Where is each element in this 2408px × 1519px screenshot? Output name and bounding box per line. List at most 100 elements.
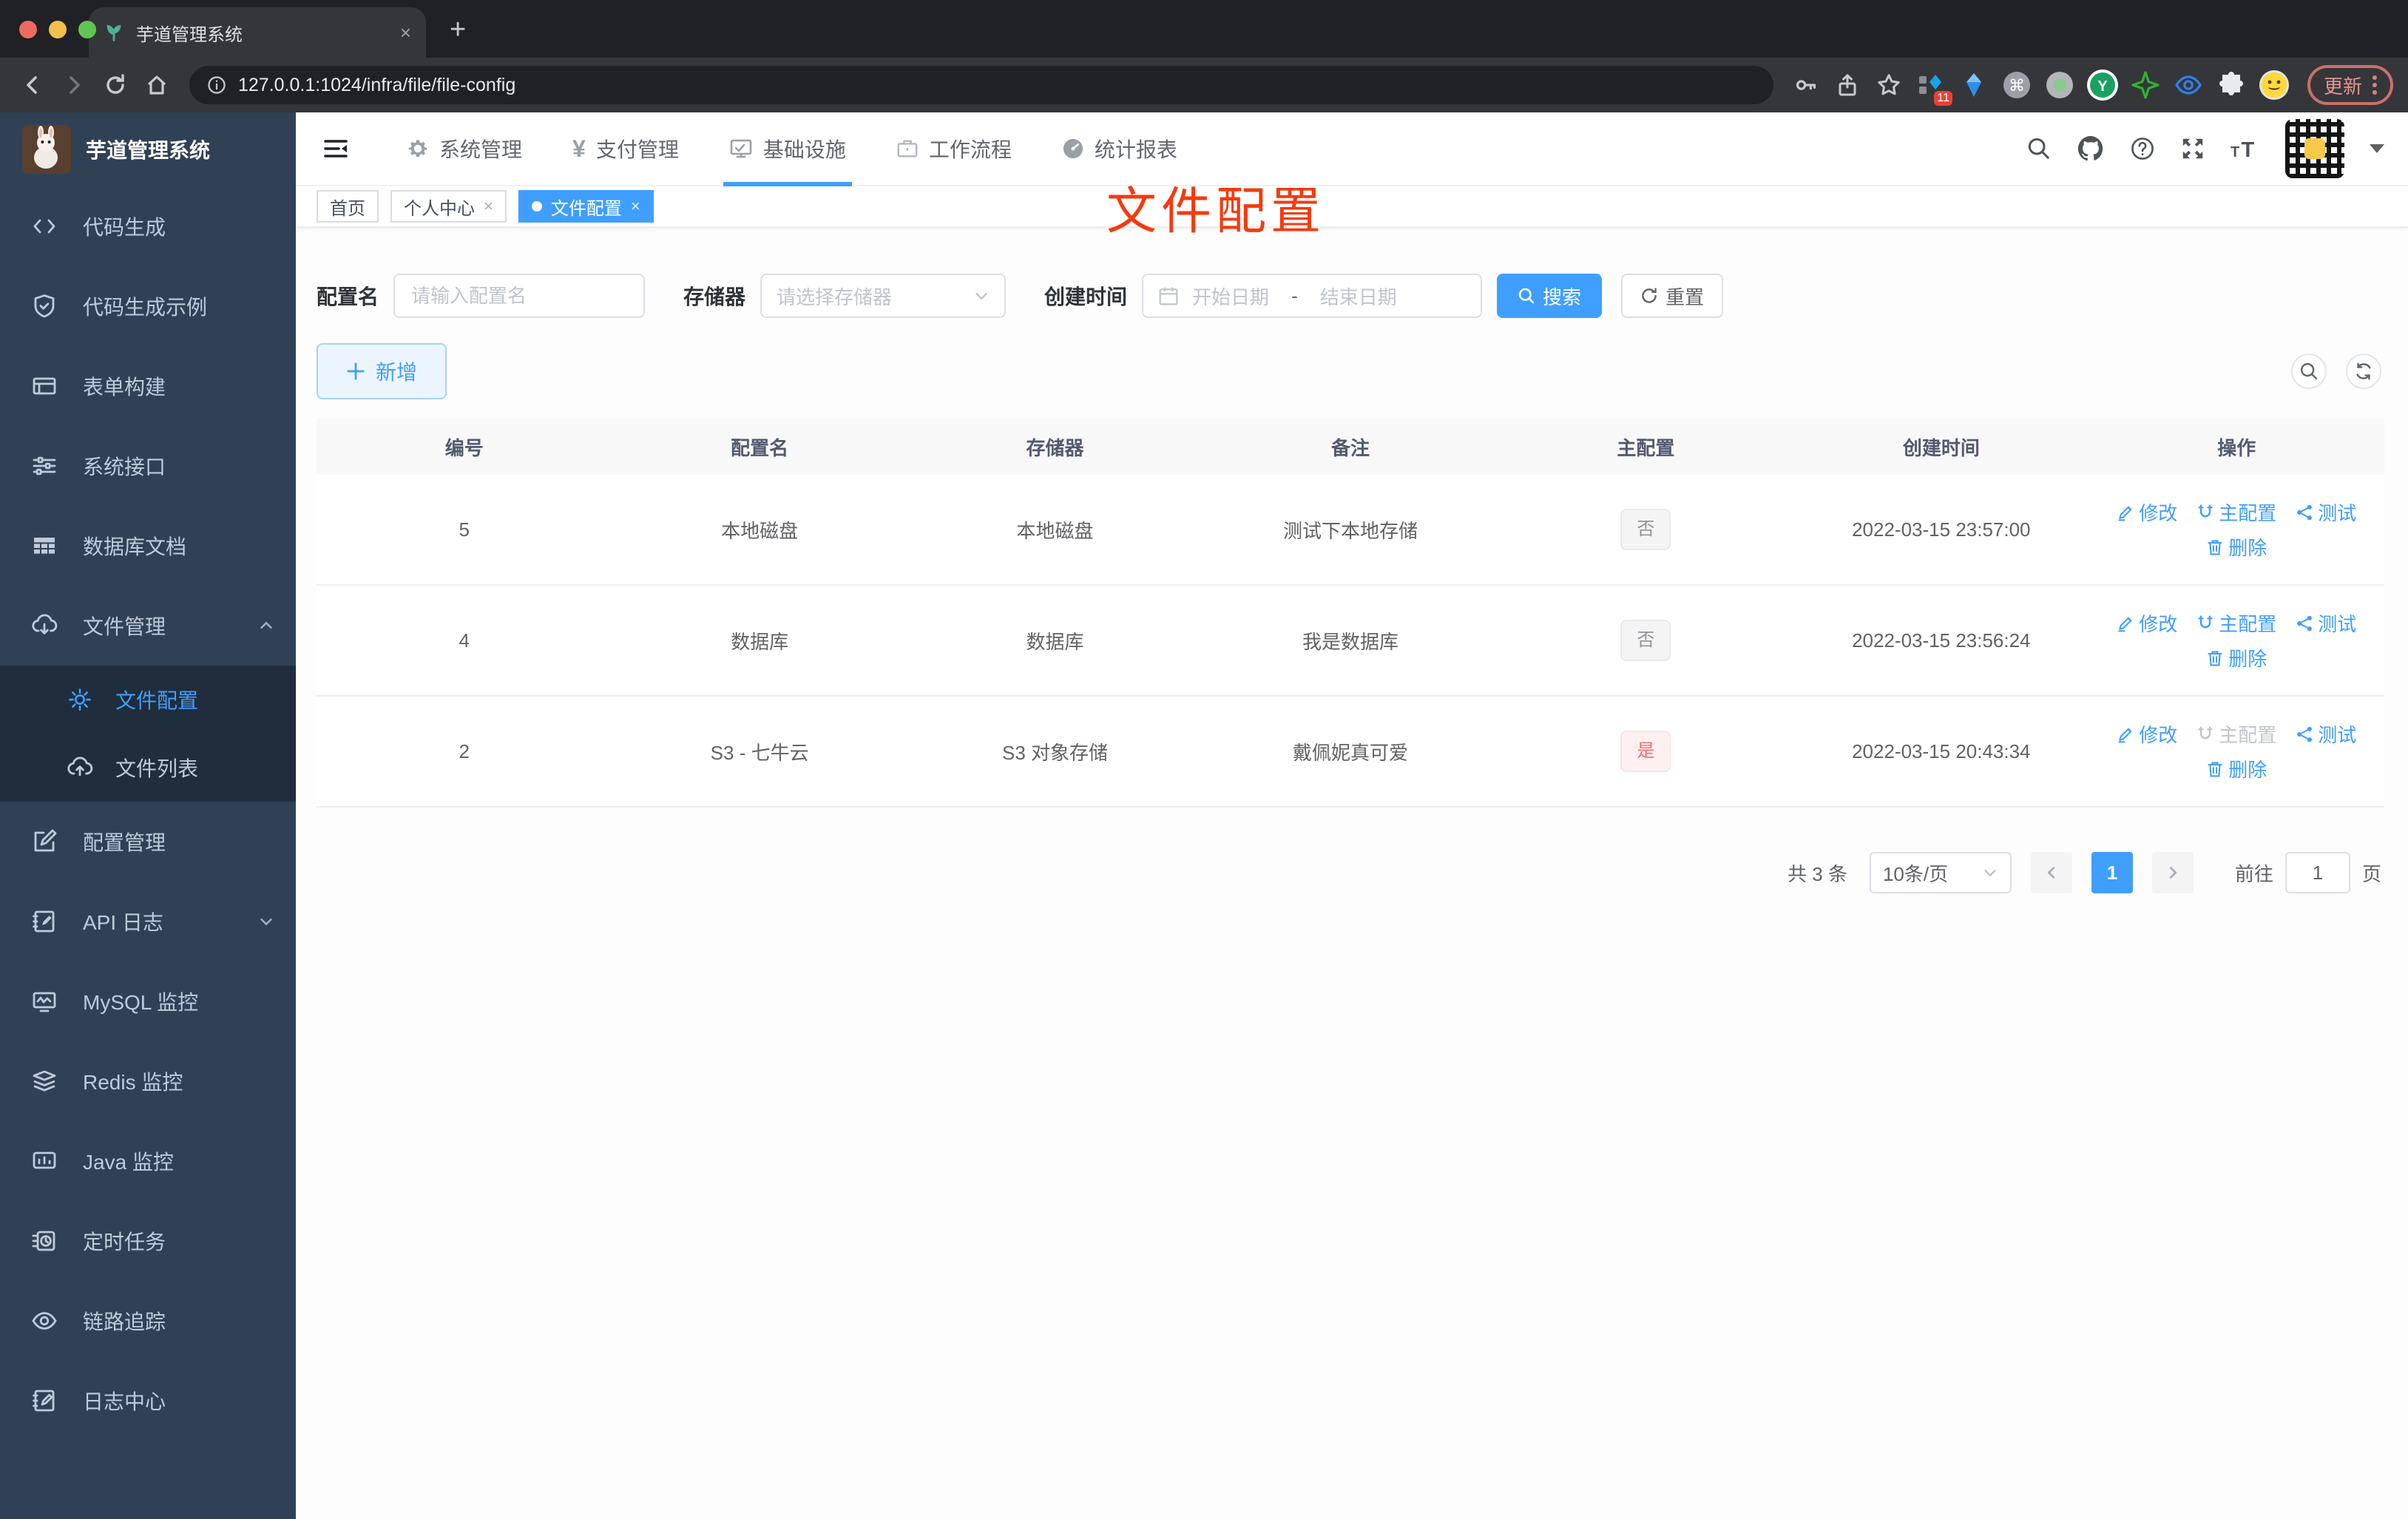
next-page-button[interactable] <box>2151 852 2194 893</box>
master-config-link[interactable]: 主配置 <box>2196 609 2276 637</box>
sidebar-item-cron-job[interactable]: 定时任务 <box>0 1201 296 1281</box>
bookmark-star-icon[interactable] <box>1871 67 1907 103</box>
master-config-link-disabled: 主配置 <box>2196 720 2276 748</box>
sidebar-item-code-gen[interactable]: 代码生成 <box>0 186 296 266</box>
help-icon[interactable] <box>2130 136 2155 161</box>
browser-tab[interactable]: 芋道管理系统 × <box>89 7 426 58</box>
app-logo-row[interactable]: 芋道管理系统 <box>0 112 296 186</box>
font-size-icon[interactable]: TT <box>2231 137 2260 160</box>
add-button[interactable]: 新增 <box>317 343 447 399</box>
modify-link[interactable]: 修改 <box>2117 609 2177 637</box>
password-key-icon[interactable] <box>1788 67 1824 103</box>
delete-link[interactable]: 删除 <box>2206 533 2267 561</box>
tag-close-icon[interactable]: × <box>484 197 493 216</box>
extension-command-icon[interactable]: ⌘ <box>1998 67 2035 103</box>
extension-y-icon[interactable]: Y <box>2084 67 2121 103</box>
home-icon[interactable] <box>139 67 175 103</box>
extension-green-dot-icon[interactable] <box>2041 67 2078 103</box>
sidebar-item-log-center[interactable]: 日志中心 <box>0 1361 296 1441</box>
extension-wallet-icon[interactable]: 11 <box>1912 67 1952 106</box>
sidebar-item-trace[interactable]: 链路追踪 <box>0 1281 296 1361</box>
browser-update-button[interactable]: 更新 <box>2307 65 2393 105</box>
tag-profile[interactable]: 个人中心 × <box>390 190 507 223</box>
tag-close-icon[interactable]: × <box>631 197 640 216</box>
storage-select[interactable]: 请选择存储器 <box>760 274 1007 318</box>
delete-link[interactable]: 删除 <box>2206 755 2267 782</box>
sidebar-item-java-monitor[interactable]: Java 监控 <box>0 1121 296 1201</box>
sidebar-item-file-config[interactable]: 文件配置 <box>0 666 296 734</box>
sidebar-item-file-list[interactable]: 文件列表 <box>0 734 296 802</box>
main-area: 文件配置 系统管理 ¥ 支付管理 基础设施 工作流程 统计报表 T T 首页 个… <box>296 112 2408 1519</box>
sidebar-item-mysql-monitor[interactable]: MySQL 监控 <box>0 961 296 1041</box>
date-range-picker[interactable]: 开始日期 - 结束日期 <box>1142 274 1483 318</box>
sidebar-toggle-icon[interactable] <box>319 132 352 165</box>
refresh-table-icon[interactable] <box>2346 353 2381 389</box>
reset-button[interactable]: 重置 <box>1621 274 1724 318</box>
test-link[interactable]: 测试 <box>2296 609 2356 637</box>
goto-page-input[interactable] <box>2284 852 2350 893</box>
search-icon[interactable] <box>2026 136 2052 161</box>
nav-item-report[interactable]: 统计报表 <box>1037 112 1203 185</box>
chevron-up-icon <box>257 617 275 635</box>
page-size-select[interactable]: 10条/页 <box>1869 852 2012 893</box>
extension-puzzle-icon[interactable] <box>2213 67 2250 103</box>
back-icon[interactable] <box>15 67 50 103</box>
dashboard-icon <box>31 1148 58 1174</box>
minimize-window-button[interactable] <box>49 21 67 38</box>
toggle-search-icon[interactable] <box>2291 353 2327 389</box>
modify-link[interactable]: 修改 <box>2117 498 2177 526</box>
delete-link[interactable]: 删除 <box>2206 644 2267 671</box>
prev-page-button[interactable] <box>2030 852 2072 893</box>
modify-link[interactable]: 修改 <box>2117 720 2177 748</box>
url-text[interactable]: 127.0.0.1:1024/infra/file/file-config <box>238 75 1768 96</box>
cell-actions: 修改 主配置 测试 删除 <box>2089 720 2384 782</box>
config-name-input[interactable] <box>393 274 646 318</box>
test-link[interactable]: 测试 <box>2296 498 2356 526</box>
sidebar-item-file-manage[interactable]: 文件管理 <box>0 586 296 666</box>
cell-id: 2 <box>459 740 470 762</box>
tag-home[interactable]: 首页 <box>317 190 379 223</box>
nav-item-system[interactable]: 系统管理 <box>382 112 547 185</box>
tag-file-config[interactable]: 文件配置 × <box>518 190 654 223</box>
sidebar-item-config-manage[interactable]: 配置管理 <box>0 802 296 882</box>
browser-menu-kebab-icon[interactable] <box>2373 75 2377 95</box>
reload-icon[interactable] <box>98 67 133 103</box>
sidebar-item-system-api[interactable]: 系统接口 <box>0 426 296 506</box>
github-icon[interactable] <box>2077 135 2105 163</box>
sidebar-item-db-doc[interactable]: 数据库文档 <box>0 506 296 586</box>
close-window-button[interactable] <box>19 21 37 38</box>
sidebar-item-label: API 日志 <box>83 911 163 934</box>
tab-close-icon[interactable]: × <box>400 21 411 44</box>
favicon-plant-icon <box>104 22 124 43</box>
forward-icon[interactable] <box>56 67 92 103</box>
svg-text:T: T <box>2231 144 2239 160</box>
avatar-caret-down-icon[interactable] <box>2370 143 2384 155</box>
filter-name-label: 配置名 <box>317 285 379 308</box>
search-button[interactable]: 搜索 <box>1497 274 1603 318</box>
extension-eye-icon[interactable] <box>2170 67 2207 103</box>
sidebar-item-api-log[interactable]: API 日志 <box>0 882 296 961</box>
extension-gem-icon[interactable] <box>1955 67 1992 103</box>
nav-item-infra[interactable]: 基础设施 <box>704 112 871 186</box>
share-icon[interactable] <box>1830 67 1865 103</box>
maximize-window-button[interactable] <box>78 21 96 38</box>
test-link[interactable]: 测试 <box>2296 720 2356 748</box>
gear-icon <box>407 138 429 160</box>
sidebar-item-redis-monitor[interactable]: Redis 监控 <box>0 1041 296 1121</box>
master-config-link[interactable]: 主配置 <box>2196 498 2276 526</box>
nav-item-workflow[interactable]: 工作流程 <box>871 112 1037 185</box>
user-avatar[interactable] <box>2285 119 2344 178</box>
site-info-icon[interactable] <box>207 75 226 95</box>
cell-actions: 修改 主配置 测试 删除 <box>2089 498 2384 561</box>
extension-emoji-icon[interactable] <box>2256 67 2293 103</box>
extension-star-icon[interactable] <box>2127 67 2164 103</box>
new-tab-button[interactable]: + <box>450 14 466 46</box>
current-page-button[interactable]: 1 <box>2091 852 2133 893</box>
tag-label: 首页 <box>330 198 365 219</box>
sidebar-item-code-demo[interactable]: 代码生成示例 <box>0 266 296 346</box>
url-bar[interactable]: 127.0.0.1:1024/infra/file/file-config <box>189 66 1773 104</box>
nav-item-pay[interactable]: ¥ 支付管理 <box>547 112 704 185</box>
window-controls[interactable] <box>19 21 96 38</box>
fullscreen-icon[interactable] <box>2180 136 2205 161</box>
sidebar-item-form-builder[interactable]: 表单构建 <box>0 346 296 426</box>
